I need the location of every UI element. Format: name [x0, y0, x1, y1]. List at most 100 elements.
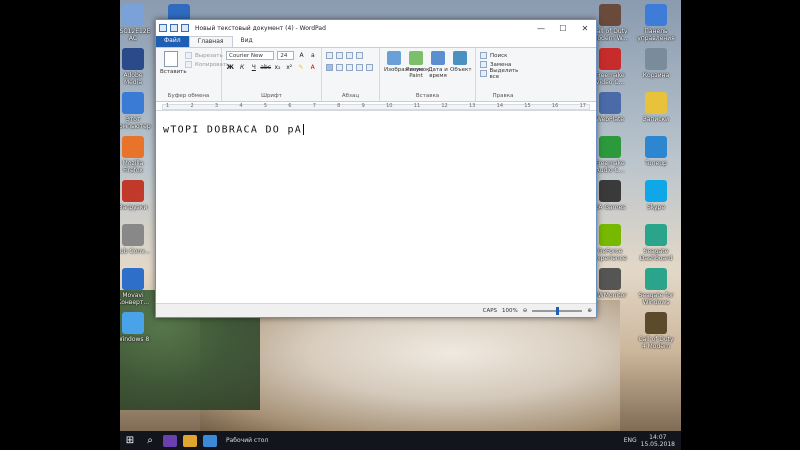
desktop-icon-label: Seagate Dashboard [639, 248, 673, 262]
maximize-button[interactable]: ☐ [552, 20, 574, 36]
decrease-indent-icon[interactable] [326, 52, 333, 59]
underline-icon[interactable]: Ч [249, 63, 258, 72]
select-all-button[interactable]: Выделить все [480, 68, 526, 80]
paragraph-icon[interactable] [366, 64, 373, 71]
ruler[interactable]: 1 2 3 4 5 6 7 8 9 10 11 12 13 14 15 16 17 [156, 102, 596, 111]
window-title: Новый текстовый документ (4) - WordPad [195, 24, 326, 32]
line-spacing-icon[interactable] [356, 52, 363, 59]
zoom-slider-thumb[interactable] [555, 306, 559, 315]
desktop-icon[interactable]: ASC12E12EAC [120, 4, 156, 42]
app-icon [122, 224, 144, 246]
font-family-select[interactable]: Courier New [226, 51, 275, 60]
zoom-slider[interactable] [532, 306, 583, 315]
status-bar: CAPS 100% ⊖ ⊕ [156, 303, 596, 317]
desktop-icon-label: ASC12E12EAC [120, 28, 151, 42]
ruler-number: 9 [361, 103, 365, 109]
redo-icon[interactable] [181, 24, 189, 32]
highlight-icon[interactable]: ✎ [297, 63, 306, 72]
desktop-icon-label: Корзина [642, 72, 670, 79]
insert-object-label: Объект [450, 67, 472, 73]
document-text-line[interactable]: wTOPI DOBRACA DO pA [163, 124, 305, 136]
desktop-icon[interactable]: Корзина [633, 48, 679, 79]
wordpad-window: Новый текстовый документ (4) - WordPad —… [155, 19, 597, 318]
ribbon: Вставить Вырезать Копировать Буфер обмен… [156, 47, 596, 102]
bullets-icon[interactable] [346, 52, 353, 59]
desktop-icon[interactable]: Movavi Конверт... [120, 268, 156, 306]
tab-view[interactable]: Вид [233, 36, 261, 47]
app-icon [122, 312, 144, 334]
minimize-button[interactable]: — [530, 20, 552, 36]
ruler-number: 3 [214, 103, 219, 109]
align-right-icon[interactable] [346, 64, 353, 71]
shrink-font-icon[interactable]: a [309, 51, 317, 60]
desktop-icon[interactable]: Seagate Dashboard [633, 224, 679, 262]
app-icon [122, 136, 144, 158]
align-left-icon[interactable] [326, 64, 333, 71]
increase-indent-icon[interactable] [336, 52, 343, 59]
app-icon [645, 268, 667, 290]
ruler-number: 2 [190, 103, 194, 109]
taskbar-app-wordpad-icon[interactable] [203, 434, 217, 447]
title-bar[interactable]: Новый текстовый документ (4) - WordPad —… [156, 20, 596, 36]
desktop-icon[interactable]: Tuneup [633, 136, 679, 167]
app-icon [645, 92, 667, 114]
desktop-icon[interactable]: Seagate for Windows [633, 268, 679, 306]
start-button[interactable]: ⊞ [120, 431, 140, 450]
italic-icon[interactable]: К [238, 63, 247, 72]
app-icon [599, 48, 621, 70]
desktop-icon[interactable]: Панель управления [633, 4, 679, 42]
editing-group-label: Правка [492, 93, 514, 99]
zoom-out-icon[interactable]: ⊖ [523, 308, 528, 314]
editing-group: Поиск Замена Выделить все Правка [476, 48, 530, 101]
desktop-icon[interactable]: Adobe Media [120, 48, 156, 86]
taskbar-app-vs-icon[interactable] [163, 434, 177, 447]
close-button[interactable]: ✕ [574, 20, 596, 36]
taskbar-app-explorer-icon[interactable] [183, 434, 197, 447]
desktop-icon[interactable]: Mozilla Firefox [120, 136, 156, 174]
desktop-icon-label: Записки [642, 116, 670, 123]
paste-label: Вставить [160, 69, 187, 75]
desktop-icon[interactable]: Sub Conv... [120, 224, 156, 255]
superscript-icon[interactable]: x² [285, 63, 294, 72]
ruler-number: 11 [413, 103, 421, 109]
save-icon[interactable] [159, 24, 167, 32]
ruler-number: 7 [312, 103, 316, 109]
desktop-icon[interactable]: Записки [633, 92, 679, 123]
app-icon [645, 136, 667, 158]
subscript-icon[interactable]: x₂ [273, 63, 282, 72]
font-color-icon[interactable]: A [308, 63, 317, 72]
app-icon [645, 312, 667, 334]
desktop-icon[interactable]: Этоткомпьютер [120, 92, 156, 130]
ruler-number: 6 [288, 103, 292, 109]
ruler-number: 17 [579, 103, 586, 109]
strikethrough-icon[interactable]: abc [260, 63, 271, 72]
align-center-icon[interactable] [336, 64, 343, 71]
taskbar-desktop-label[interactable]: Рабочий стол [226, 437, 268, 444]
object-icon [453, 51, 467, 65]
desktop-icon[interactable]: Skype [633, 180, 679, 211]
zoom-in-icon[interactable]: ⊕ [587, 308, 592, 314]
justify-icon[interactable] [356, 64, 363, 71]
find-label: Поиск [490, 52, 508, 59]
calendar-icon [431, 51, 445, 65]
tray-clock[interactable]: 14:07 15.05.2018 [641, 434, 675, 448]
insert-paint-label: Рисунок Paint [406, 67, 430, 79]
tray-lang[interactable]: ENG [624, 437, 637, 444]
font-group: Courier New 24 A a Ж К Ч abc x₂ x² ✎ A Ш… [222, 48, 322, 101]
text-caret [303, 124, 305, 135]
undo-icon[interactable] [170, 24, 178, 32]
font-size-select[interactable]: 24 [277, 51, 295, 60]
copy-icon [185, 61, 192, 68]
search-icon[interactable]: ⌕ [140, 431, 160, 450]
desktop-icon[interactable]: Загрузки [120, 180, 156, 211]
ruler-number: 14 [496, 103, 504, 109]
tab-home[interactable]: Главная [188, 36, 233, 47]
caps-indicator: CAPS [482, 307, 498, 314]
document-area[interactable]: wTOPI DOBRACA DO pA [156, 113, 596, 304]
desktop-icon[interactable]: Call of Duty 4 Modern [633, 312, 679, 350]
find-button[interactable]: Поиск [480, 51, 526, 60]
bold-icon[interactable]: Ж [226, 63, 235, 72]
grow-font-icon[interactable]: A [297, 51, 305, 60]
tab-file[interactable]: Файл [156, 36, 189, 47]
desktop-icon[interactable]: Windows 8 [120, 312, 156, 343]
